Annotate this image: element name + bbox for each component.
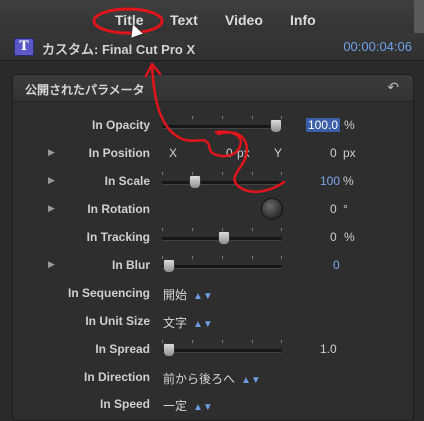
param-label: In Sequencing (67, 286, 150, 300)
param-label: In Tracking (86, 230, 150, 244)
slider-ticks (162, 172, 282, 175)
param-value[interactable]: 0 (330, 230, 337, 244)
opacity-slider[interactable] (162, 114, 282, 138)
popup-value: 前から後ろへ (163, 372, 236, 386)
popup-value: 文字 (163, 316, 188, 330)
param-value[interactable]: 0 (330, 202, 337, 216)
direction-popup[interactable]: 前から後ろへ ▲▼ (163, 370, 261, 387)
tab-text[interactable]: Text (170, 12, 198, 28)
slider-knob[interactable] (163, 343, 175, 357)
param-value[interactable]: 1.0 (320, 342, 337, 356)
param-label: In Unit Size (85, 314, 150, 328)
param-in-rotation: ▶ In Rotation 0 ° (0, 198, 424, 222)
slider-track (162, 181, 282, 184)
slider-track (162, 349, 282, 352)
param-unit: % (344, 230, 355, 244)
param-label: In Spread (95, 342, 150, 356)
popup-arrows-icon: ▲▼ (241, 375, 261, 386)
position-x-unit: px (237, 146, 250, 160)
position-x-label: X (169, 146, 178, 160)
disclosure-triangle-icon[interactable]: ▶ (48, 203, 55, 214)
param-in-blur: ▶ In Blur 0 (0, 254, 424, 278)
position-y-label: Y (274, 146, 283, 160)
speed-popup[interactable]: 一定 ▲▼ (163, 397, 213, 414)
param-unit: % (343, 174, 354, 188)
timecode: 00:00:04:06 (343, 39, 412, 54)
tab-video[interactable]: Video (225, 12, 263, 28)
tab-info[interactable]: Info (290, 12, 316, 28)
spread-slider[interactable] (162, 338, 282, 362)
slider-track (162, 125, 282, 128)
param-label: In Speed (99, 397, 150, 411)
param-in-scale: ▶ In Scale 100 % (0, 170, 424, 194)
slider-ticks (162, 116, 282, 119)
disclosure-triangle-icon[interactable]: ▶ (48, 147, 55, 158)
param-label: In Opacity (91, 118, 150, 132)
tracking-slider[interactable] (162, 226, 282, 250)
position-x-value[interactable]: 0 (226, 146, 233, 160)
scale-slider[interactable] (162, 170, 282, 194)
inspector-tab-bar: Title Text Video Info (0, 0, 424, 34)
param-unit: % (344, 118, 355, 132)
title-icon: T (14, 38, 34, 56)
popup-value: 一定 (163, 399, 188, 413)
param-in-speed: In Speed 一定 ▲▼ (0, 393, 424, 417)
param-in-spread: In Spread 1.0 (0, 338, 424, 362)
panel-header: 公開されたパラメータ ↶ (13, 75, 413, 102)
slider-track (162, 265, 282, 268)
param-label: In Blur (112, 258, 150, 272)
slider-ticks (162, 340, 282, 343)
param-label: In Scale (104, 174, 150, 188)
param-in-tracking: In Tracking 0 % (0, 226, 424, 250)
popup-arrows-icon: ▲▼ (193, 291, 213, 302)
param-unit: ° (343, 202, 348, 216)
unit-size-popup[interactable]: 文字 ▲▼ (163, 314, 213, 331)
rotation-dial[interactable] (261, 198, 283, 220)
sequencing-popup[interactable]: 開始 ▲▼ (163, 286, 213, 303)
param-label: In Direction (83, 370, 150, 384)
blur-slider[interactable] (162, 254, 282, 278)
clip-title: カスタム: Final Cut Pro X (42, 42, 196, 57)
inspector-header: T カスタム: Final Cut Pro X 00:00:04:06 (0, 33, 424, 61)
param-value[interactable]: 0 (333, 258, 340, 272)
panel-title: 公開されたパラメータ (25, 83, 145, 97)
param-in-direction: In Direction 前から後ろへ ▲▼ (0, 366, 424, 390)
popup-arrows-icon: ▲▼ (193, 319, 213, 330)
param-value[interactable]: 100 (320, 174, 340, 188)
param-label: In Rotation (87, 202, 150, 216)
position-y-value[interactable]: 0 (330, 146, 337, 160)
position-y-unit: px (343, 146, 356, 160)
param-label: In Position (88, 146, 150, 160)
disclosure-triangle-icon[interactable]: ▶ (48, 175, 55, 186)
param-value[interactable]: 100.0 (306, 118, 341, 132)
popup-arrows-icon: ▲▼ (193, 402, 213, 413)
param-in-unit-size: In Unit Size 文字 ▲▼ (0, 310, 424, 334)
slider-knob[interactable] (218, 231, 230, 245)
disclosure-triangle-icon[interactable]: ▶ (48, 259, 55, 270)
slider-knob[interactable] (270, 119, 282, 133)
slider-knob[interactable] (163, 259, 175, 273)
param-in-opacity: In Opacity 100.0 % (0, 114, 424, 138)
inspector-window: Title Text Video Info T カスタム: Final Cut … (0, 0, 424, 421)
reset-icon[interactable]: ↶ (387, 79, 399, 96)
tabbar-corner (414, 0, 424, 33)
slider-knob[interactable] (189, 175, 201, 189)
popup-value: 開始 (163, 288, 188, 302)
param-in-sequencing: In Sequencing 開始 ▲▼ (0, 282, 424, 306)
slider-ticks (162, 256, 282, 259)
param-in-position: ▶ In Position X 0 px Y 0 px (0, 142, 424, 166)
